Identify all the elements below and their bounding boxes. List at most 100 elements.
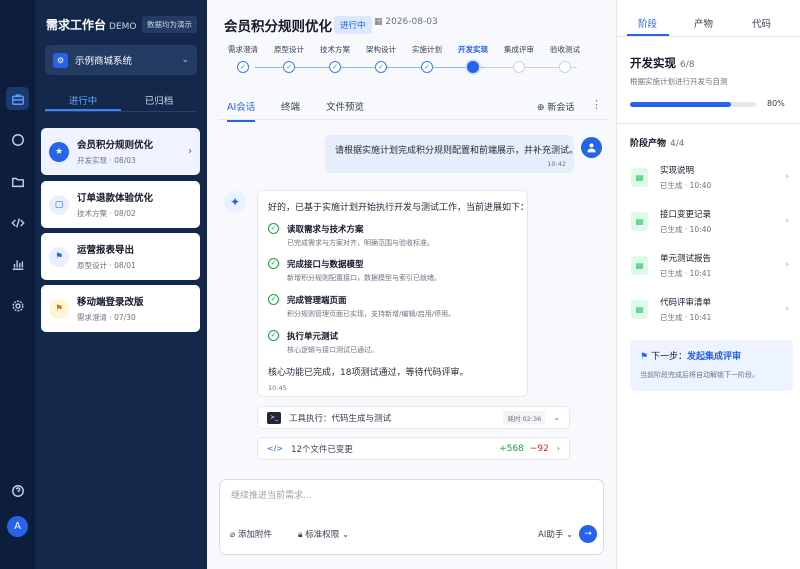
artifacts-heading: 阶段产物 4/4 xyxy=(630,136,685,149)
document-icon: ▤ xyxy=(631,299,648,319)
code-icon[interactable] xyxy=(6,211,29,234)
assistant-select[interactable]: AI助手 ⌄ xyxy=(538,528,573,540)
next-step-desc: 当前阶段完成后将自动解锁下一阶段。 xyxy=(640,371,759,379)
check-icon: ✓ xyxy=(283,61,295,73)
files-changed-row[interactable]: </> 12个文件已变更 +568 −92 › xyxy=(257,437,570,460)
artifact-item[interactable]: ▤ 实现说明 已生成 · 10:40 › xyxy=(625,157,795,197)
stage-step[interactable]: 集成评审 xyxy=(494,44,544,73)
check-icon: ✓ xyxy=(375,61,387,73)
phase-name: 开发实现 xyxy=(630,56,676,70)
tab-ai-chat[interactable]: AI会话 xyxy=(227,99,256,122)
tool-label: 工具执行：代码生成与测试 xyxy=(289,413,392,424)
next-prefix: 下一步： xyxy=(650,352,687,362)
next-step-card[interactable]: ⚑ 下一步：发起集成评审 当前阶段完成后将自动解锁下一阶段。 xyxy=(630,340,793,391)
permission-label: 标准权限 xyxy=(305,530,340,540)
stage-label: 原型设计 xyxy=(274,45,304,54)
app-title-text: 需求工作台 xyxy=(46,18,107,32)
attach-button[interactable]: ⌀ 添加附件 xyxy=(230,528,272,540)
permission-select[interactable]: 🔒︎ 标准权限 ⌄ xyxy=(298,528,349,540)
step-title: 完成管理端页面 xyxy=(287,296,347,306)
message-composer[interactable]: 继续推进当前需求... ⌀ 添加附件 🔒︎ 标准权限 ⌄ AI助手 ⌄ → xyxy=(219,479,604,555)
task-item[interactable]: ⚑ 移动端登录改版 需求澄清 · 07/30 xyxy=(41,285,200,332)
step-desc: 核心逻辑与接口测试已通过。 xyxy=(287,346,378,354)
chevron-right-icon: › xyxy=(188,146,192,157)
folder-icon[interactable] xyxy=(6,170,29,193)
empty-dot-icon xyxy=(559,61,571,73)
flag-icon: ⚑ xyxy=(49,298,69,319)
progress-fill xyxy=(630,102,731,107)
chevron-down-icon: ⌄ xyxy=(563,530,574,540)
phase-progress-bar xyxy=(630,102,756,107)
next-action-link[interactable]: 发起集成评审 xyxy=(687,352,741,362)
progress-label: 80% xyxy=(767,99,785,108)
ai-message: 好的，已基于实施计划开始执行开发与测试工作，当前进展如下： ✓ 读取需求与技术方案… xyxy=(257,190,529,397)
artifact-meta: 已生成 · 10:40 xyxy=(660,224,712,234)
artifact-meta: 已生成 · 10:40 xyxy=(660,180,712,190)
user-message: 请根据实施计划完成积分规则配置和前端展示，并补充测试。 10:42 xyxy=(325,135,579,173)
message-time: 10:42 xyxy=(547,160,566,168)
task-item[interactable]: ⚑ 运营报表导出 原型设计 · 08/01 xyxy=(41,233,200,280)
stage-step[interactable]: 技术方案 ✓ xyxy=(310,44,360,73)
stage-label: 实施计划 xyxy=(412,45,442,54)
artifacts-title: 阶段产物 xyxy=(630,139,667,149)
more-options-icon[interactable]: ⋮ xyxy=(591,98,602,111)
tab-terminal[interactable]: 终端 xyxy=(281,99,300,113)
step-desc: 新增积分规则配置接口，数据模型与索引已就绪。 xyxy=(287,274,441,282)
tab-archived[interactable]: 已归档 xyxy=(121,88,197,111)
tab-in-progress[interactable]: 进行中 xyxy=(45,88,121,111)
terminal-icon: >_ xyxy=(267,411,281,424)
chevron-right-icon: › xyxy=(785,304,789,314)
stage-step[interactable]: 架构设计 ✓ xyxy=(356,44,406,73)
artifact-meta: 已生成 · 10:41 xyxy=(660,312,712,322)
project-selector[interactable]: ⚙ 示例商城系统 ⌄ xyxy=(45,45,197,75)
empty-dot-icon xyxy=(513,61,525,73)
chevron-down-icon: ⌄ xyxy=(339,530,350,540)
stage-step[interactable]: 需求澄清 ✓ xyxy=(218,44,268,73)
user-message-text: 请根据实施计划完成积分规则配置和前端展示，并补充测试。 xyxy=(335,146,579,156)
task-name: 订单退款体验优化 xyxy=(77,193,154,204)
step-title: 完成接口与数据模型 xyxy=(287,260,364,270)
chart-icon[interactable] xyxy=(6,252,29,275)
panel-tabs: 阶段 产物 代码 xyxy=(617,0,800,37)
new-chat-label: 新会话 xyxy=(547,103,575,113)
composer-input[interactable]: 继续推进当前需求... xyxy=(231,488,312,501)
new-chat-button[interactable]: ⊕ 新会话 xyxy=(537,100,574,113)
task-meta: 开发实现 · 08/03 xyxy=(77,156,136,165)
artifact-item[interactable]: ▤ 代码评审清单 已生成 · 10:41 › xyxy=(625,289,795,329)
task-item[interactable]: ▢ 订单退款体验优化 技术方案 · 08/02 xyxy=(41,181,200,228)
phase-count: 6/8 xyxy=(680,60,695,70)
artifact-item[interactable]: ▤ 单元测试报告 已生成 · 10:41 › xyxy=(625,245,795,285)
chevron-right-icon: › xyxy=(785,260,789,270)
tool-execution-row[interactable]: >_ 工具执行：代码生成与测试 耗时 02:36 ⌄ xyxy=(257,406,570,429)
message-time: 10:45 xyxy=(268,384,287,392)
project-name: 示例商城系统 xyxy=(75,56,133,67)
help-icon[interactable] xyxy=(6,479,29,502)
gear-icon[interactable] xyxy=(6,294,29,317)
tab-stage[interactable]: 阶段 xyxy=(638,16,657,30)
tab-file-preview[interactable]: 文件预览 xyxy=(326,99,364,113)
stage-step-current[interactable]: 开发实现 xyxy=(448,44,498,73)
task-item[interactable]: ★ 会员积分规则优化 开发实现 · 08/03 › xyxy=(41,128,200,175)
tab-code[interactable]: 代码 xyxy=(752,16,771,30)
stage-step[interactable]: 验收测试 xyxy=(540,44,590,73)
app-subtitle: DEMO xyxy=(109,22,137,32)
stage-step[interactable]: 原型设计 ✓ xyxy=(264,44,314,73)
chat-icon[interactable] xyxy=(6,128,29,151)
send-button[interactable]: → xyxy=(579,525,597,543)
stage-step[interactable]: 实施计划 ✓ xyxy=(402,44,452,73)
briefcase-icon[interactable] xyxy=(6,87,29,110)
stage-label: 架构设计 xyxy=(366,45,396,54)
chevron-down-icon: ⌄ xyxy=(553,413,560,422)
tab-artifacts[interactable]: 产物 xyxy=(694,16,713,30)
chevron-right-icon: › xyxy=(785,172,789,182)
step-title: 读取需求与技术方案 xyxy=(287,225,364,235)
artifact-item[interactable]: ▤ 接口变更记录 已生成 · 10:40 › xyxy=(625,201,795,241)
task-sidebar: 需求工作台 DEMO 数据均为演示 ⚙ 示例商城系统 ⌄ 进行中 已归档 ★ 会员… xyxy=(35,0,207,569)
demo-badge: 数据均为演示 xyxy=(142,16,197,33)
files-changed-label: 12个文件已变更 xyxy=(291,444,353,455)
avatar[interactable]: A xyxy=(7,516,28,537)
artifact-meta: 已生成 · 10:41 xyxy=(660,268,712,278)
task-meta: 需求澄清 · 07/30 xyxy=(77,313,136,322)
date-text: 2026-08-03 xyxy=(385,17,438,27)
document-icon: ▤ xyxy=(631,255,648,275)
